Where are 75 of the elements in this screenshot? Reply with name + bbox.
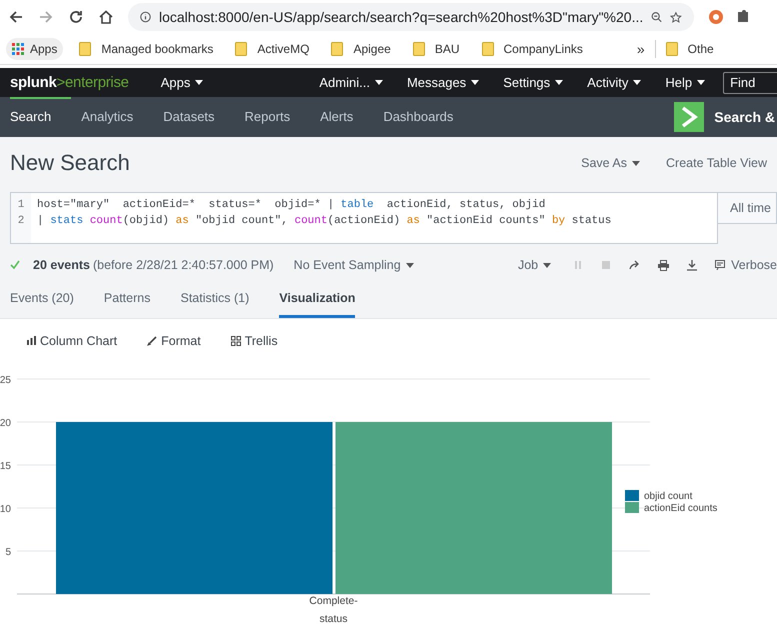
- folder-icon: [235, 42, 248, 56]
- y-tick-label: 5: [5, 547, 11, 558]
- nav-menu[interactable]: Activity: [587, 75, 642, 90]
- y-tick-label: 20: [0, 418, 11, 429]
- bookmark-folder[interactable]: Othe: [666, 42, 714, 56]
- mode-icon: [715, 260, 726, 270]
- search-mode-menu[interactable]: Verbose: [715, 258, 777, 272]
- header-action[interactable]: Create Table View: [666, 156, 767, 170]
- viz-toolbar-button[interactable]: Format: [147, 334, 201, 348]
- bookmark-folder[interactable]: CompanyLinks: [482, 42, 583, 56]
- nav-menu[interactable]: Help: [665, 75, 706, 90]
- bookmark-folder[interactable]: BAU: [412, 42, 460, 56]
- splunk-logo[interactable]: splunk>enterprise: [10, 74, 129, 91]
- apps-bookmark[interactable]: Apps: [6, 38, 64, 60]
- page-title: New Search: [10, 150, 130, 176]
- nav-menu[interactable]: Apps: [160, 75, 204, 90]
- extension-icon[interactable]: [708, 9, 724, 25]
- folder-icon: [412, 42, 425, 56]
- nav-menu[interactable]: Messages: [406, 75, 480, 90]
- app-nav-tab[interactable]: Datasets: [163, 97, 235, 137]
- line-number: 2: [18, 215, 24, 227]
- line-number: 1: [18, 199, 24, 211]
- column-chart-icon: [27, 336, 36, 345]
- result-tab[interactable]: Events (20): [10, 291, 74, 318]
- bookmark-folder[interactable]: Apigee: [331, 42, 391, 56]
- event-count: 20 events: [33, 258, 90, 272]
- app-nav-tab[interactable]: Reports: [244, 97, 310, 137]
- app-nav-tab[interactable]: Alerts: [320, 97, 374, 137]
- x-category-label: Complete-: [309, 595, 358, 607]
- check-icon: [10, 260, 20, 270]
- grid-icon: [230, 336, 241, 346]
- result-tab[interactable]: Statistics (1): [180, 291, 250, 318]
- star-icon[interactable]: [670, 10, 682, 24]
- brush-icon: [147, 336, 158, 346]
- address-bar[interactable]: localhost:8000/en-US/app/search/search?q=search%20host%3D"mary"%20...: [128, 3, 694, 31]
- reload-icon[interactable]: [68, 9, 84, 25]
- print-icon[interactable]: [658, 260, 670, 270]
- legend-label: objid count: [644, 491, 692, 502]
- find-field[interactable]: Find: [723, 72, 777, 94]
- home-icon[interactable]: [98, 9, 114, 25]
- header-action[interactable]: Save As: [581, 156, 640, 170]
- legend-label: actionEid counts: [644, 503, 718, 514]
- app-nav-tab[interactable]: Dashboards: [383, 97, 474, 137]
- folder-icon: [79, 42, 92, 56]
- bookmark-folder[interactable]: Managed bookmarks: [79, 42, 214, 56]
- result-tab[interactable]: Patterns: [104, 291, 150, 318]
- event-sampling-dropdown[interactable]: No Event Sampling: [294, 258, 414, 272]
- y-tick-label: 25: [0, 375, 11, 386]
- query-line: | stats count(objid) as "objid count", count(actionEid) as "actionEid counts" by status: [37, 215, 612, 227]
- app-title[interactable]: Search &: [714, 109, 775, 125]
- viz-toolbar-button[interactable]: Trellis: [230, 334, 278, 348]
- nav-menu[interactable]: Settings: [503, 75, 564, 90]
- user-menu[interactable]: Admini...: [319, 75, 383, 90]
- app-nav-tab[interactable]: Analytics: [81, 97, 154, 137]
- app-nav-tab[interactable]: Search: [10, 97, 72, 137]
- folder-icon: [482, 42, 494, 56]
- download-icon[interactable]: [687, 260, 698, 270]
- time-range-picker[interactable]: All time: [718, 192, 777, 224]
- back-icon[interactable]: [8, 9, 24, 25]
- apps-grid-icon: [12, 43, 24, 55]
- bookmark-folder[interactable]: ActiveMQ: [235, 42, 310, 56]
- y-tick-label: 10: [0, 504, 11, 515]
- x-axis-title: status: [320, 613, 348, 625]
- y-tick-label: 15: [0, 461, 11, 472]
- job-menu[interactable]: Job: [518, 258, 552, 272]
- more-bookmarks-chevron[interactable]: »: [636, 41, 645, 57]
- zoom-icon[interactable]: [651, 10, 662, 24]
- folder-icon: [666, 42, 678, 56]
- folder-icon: [331, 42, 344, 56]
- event-time-detail: (before 2/28/21 2:40:57.000 PM): [92, 258, 274, 272]
- info-icon[interactable]: [140, 10, 151, 24]
- viz-toolbar-button[interactable]: Column Chart: [27, 334, 118, 348]
- share-icon[interactable]: [629, 260, 640, 270]
- query-line: host="mary" actionEid=* status=* objid=* | table actionEid, status, objid: [37, 199, 546, 211]
- search-query-editor[interactable]: 1 2 host="mary" actionEid=* status=* objid=* | table actionEid, status, objid | stats count(objid) as "objid count", count(actionEid) as "actionEid counts" by status: [10, 192, 718, 244]
